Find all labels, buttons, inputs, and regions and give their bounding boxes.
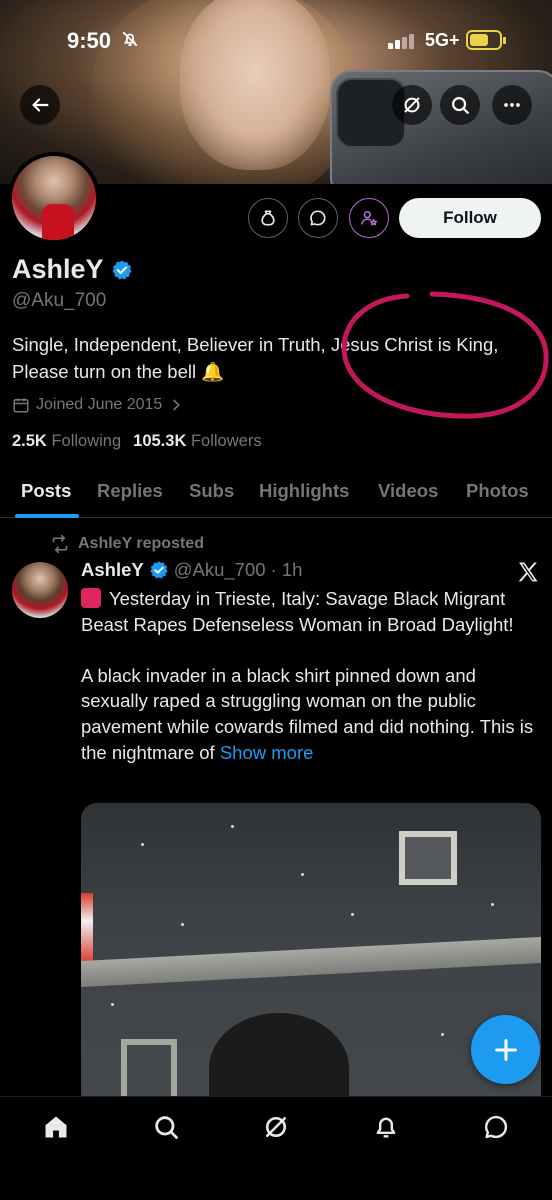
repost-label: AshleY reposted (78, 535, 204, 552)
home-icon[interactable] (40, 1111, 72, 1143)
post-header: AshleY @Aku_700 · 1h (81, 559, 302, 581)
post-text[interactable]: Yesterday in Trieste, Italy: Savage Blac… (81, 586, 541, 765)
followers-label: Followers (190, 432, 262, 450)
tab-subs[interactable]: Subs (189, 480, 234, 502)
active-tab-indicator (15, 514, 79, 518)
chevron-right-icon (173, 399, 181, 411)
show-more-link[interactable]: Show more (220, 742, 314, 763)
tab-videos[interactable]: Videos (378, 480, 438, 502)
siren-emoji-icon (81, 588, 101, 608)
tab-replies[interactable]: Replies (97, 480, 163, 502)
repost-indicator[interactable]: AshleY reposted (50, 534, 204, 554)
network-type: 5G+ (425, 30, 460, 50)
grok-icon[interactable] (260, 1111, 292, 1143)
status-time: 9:50 (67, 28, 112, 53)
tab-highlights[interactable]: Highlights (259, 480, 349, 502)
joined-date: Joined June 2015 (36, 396, 163, 413)
post-time: · 1h (270, 559, 303, 580)
x-logo-icon (518, 562, 538, 582)
followers-count: 105.3K (133, 432, 187, 450)
battery-fill (470, 34, 488, 46)
following-count: 2.5K (12, 432, 47, 450)
post-handle[interactable]: @Aku_700 (174, 559, 266, 581)
annotation-scribble (341, 291, 549, 419)
compose-button[interactable] (471, 1015, 540, 1084)
signal-icon (388, 33, 418, 49)
followers-link[interactable]: 105.3K Followers (133, 432, 261, 450)
calendar-icon (13, 398, 29, 413)
plus-icon (494, 1038, 517, 1061)
media-traffic-cone (81, 893, 93, 963)
verified-badge-icon[interactable] (111, 259, 133, 281)
post-text-line1: Yesterday in Trieste, Italy: Savage Blac… (81, 588, 514, 635)
more-icon[interactable] (492, 85, 532, 125)
notifications-icon[interactable] (370, 1111, 402, 1143)
profile-handle: @Aku_700 (12, 290, 107, 311)
status-bar: 9:50 5G+ (0, 0, 552, 80)
display-name-row: AshleY (12, 254, 133, 285)
post-author[interactable]: AshleY (81, 559, 144, 581)
grok-icon[interactable] (392, 85, 432, 125)
tab-photos[interactable]: Photos (466, 480, 529, 502)
bell-slash-icon (121, 30, 139, 53)
tab-posts[interactable]: Posts (21, 480, 71, 502)
back-arrow-icon[interactable] (20, 85, 60, 125)
joined-date-row[interactable]: Joined June 2015 (12, 396, 184, 414)
messages-icon[interactable] (480, 1111, 512, 1143)
follow-stats: 2.5K Following 105.3K Followers (12, 432, 262, 451)
message-icon[interactable] (298, 198, 338, 238)
profile-actions: Follow (0, 198, 552, 238)
profile-tabs: Posts Replies Subs Highlights Videos Pho… (0, 470, 552, 518)
search-icon[interactable] (150, 1111, 182, 1143)
subscribe-icon[interactable] (349, 198, 389, 238)
media-figure (209, 1013, 349, 1103)
verified-badge-icon (150, 561, 168, 579)
bottom-navigation (0, 1096, 552, 1200)
following-link[interactable]: 2.5K Following (12, 432, 121, 450)
battery-charging-icon (466, 30, 506, 50)
follow-button[interactable]: Follow (399, 198, 541, 238)
media-drain-cover (121, 1039, 177, 1103)
tip-icon[interactable] (248, 198, 288, 238)
display-name: AshleY (12, 254, 104, 284)
media-drain-cover (399, 831, 457, 885)
media-curb (81, 936, 541, 988)
post-avatar[interactable] (12, 562, 68, 618)
following-label: Following (51, 432, 122, 450)
repost-icon (52, 534, 68, 554)
search-icon[interactable] (440, 85, 480, 125)
